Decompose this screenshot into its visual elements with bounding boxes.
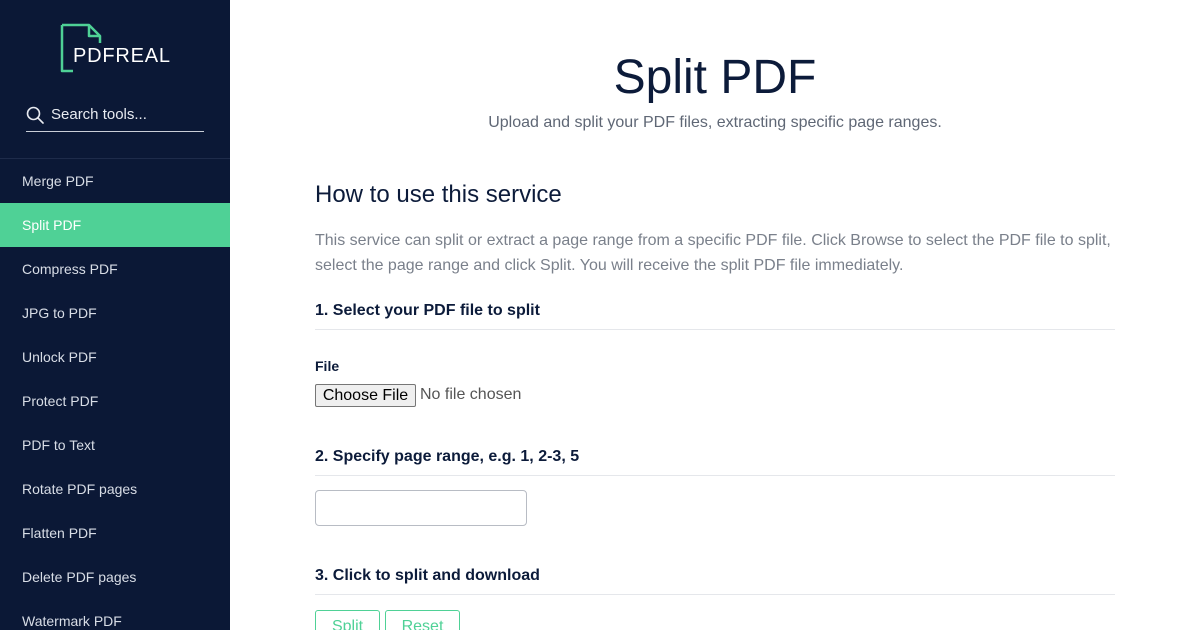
logo-text: PDFREAL bbox=[73, 45, 171, 67]
sidebar-item-flatten-pdf[interactable]: Flatten PDF bbox=[0, 511, 230, 555]
search-input[interactable] bbox=[51, 103, 201, 125]
sidebar-item-jpg-to-pdf[interactable]: JPG to PDF bbox=[0, 291, 230, 335]
logo[interactable]: PDFREAL bbox=[60, 22, 175, 73]
main-content: Split PDF Upload and split your PDF file… bbox=[315, 0, 1115, 630]
sidebar-item-rotate-pdf-pages[interactable]: Rotate PDF pages bbox=[0, 467, 230, 511]
sidebar-item-watermark-pdf[interactable]: Watermark PDF bbox=[0, 599, 230, 630]
choose-file-button[interactable]: Choose File bbox=[315, 384, 416, 407]
file-status-text: No file chosen bbox=[420, 386, 522, 403]
split-button[interactable]: Split bbox=[315, 610, 380, 630]
sidebar-item-pdf-to-text[interactable]: PDF to Text bbox=[0, 423, 230, 467]
step-1-heading: 1. Select your PDF file to split bbox=[315, 302, 1115, 330]
sidebar-item-unlock-pdf[interactable]: Unlock PDF bbox=[0, 335, 230, 379]
sidebar-item-protect-pdf[interactable]: Protect PDF bbox=[0, 379, 230, 423]
sidebar-item-delete-pdf-pages[interactable]: Delete PDF pages bbox=[0, 555, 230, 599]
search-box[interactable] bbox=[26, 98, 204, 132]
page-range-input[interactable] bbox=[315, 490, 527, 526]
page-subtitle: Upload and split your PDF files, extract… bbox=[488, 114, 942, 131]
file-label: File bbox=[315, 358, 340, 374]
page-title: Split PDF bbox=[613, 51, 817, 104]
search-icon bbox=[26, 106, 44, 124]
sidebar-item-split-pdf[interactable]: Split PDF bbox=[0, 203, 230, 247]
sidebar-item-compress-pdf[interactable]: Compress PDF bbox=[0, 247, 230, 291]
reset-button[interactable]: Reset bbox=[385, 610, 460, 630]
step-2-heading: 2. Specify page range, e.g. 1, 2-3, 5 bbox=[315, 448, 1115, 476]
sidebar-item-merge-pdf[interactable]: Merge PDF bbox=[0, 159, 230, 203]
step-3-heading: 3. Click to split and download bbox=[315, 567, 1115, 595]
sidebar: PDFREAL Merge PDF Split PDF Compress PDF… bbox=[0, 0, 230, 630]
howto-heading: How to use this service bbox=[315, 181, 562, 208]
howto-description: This service can split or extract a page… bbox=[315, 232, 1111, 274]
tool-nav: Merge PDF Split PDF Compress PDF JPG to … bbox=[0, 159, 230, 630]
